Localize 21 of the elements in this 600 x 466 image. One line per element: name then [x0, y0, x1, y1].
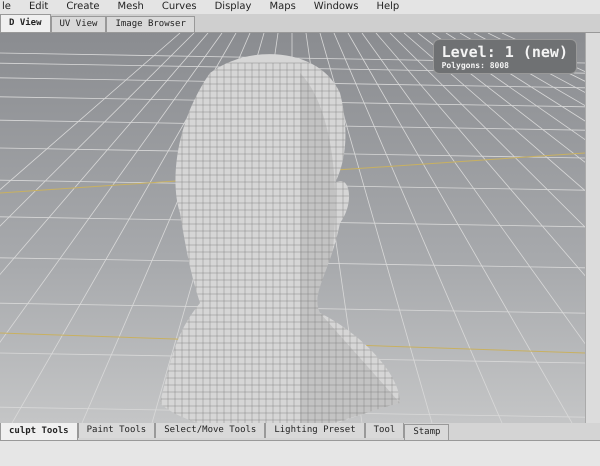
menu-item[interactable]: Curves [162, 0, 197, 14]
tab[interactable]: Lighting Preset [265, 422, 365, 438]
polygon-count: Polygons: 8008 [442, 61, 510, 70]
tab[interactable]: UV View [50, 16, 106, 32]
menu-item[interactable]: Mesh [118, 0, 144, 14]
tab[interactable]: culpt Tools [0, 422, 78, 440]
level-label: Level: 1 (new) [442, 43, 568, 61]
tab[interactable]: Select/Move Tools [155, 422, 266, 438]
tab[interactable]: Stamp [404, 424, 450, 440]
menu-item[interactable]: Maps [269, 0, 296, 14]
viewport[interactable]: Level: 1 (new) Polygons: 8008 [0, 33, 585, 423]
menu-item[interactable]: le [2, 0, 11, 14]
tab[interactable]: Tool [364, 422, 404, 438]
tab[interactable]: D View [0, 14, 51, 32]
menu-item[interactable]: Help [376, 0, 400, 14]
tab[interactable]: Image Browser [106, 16, 195, 32]
menu-item[interactable]: Create [66, 0, 100, 14]
menu-item[interactable]: Windows [314, 0, 358, 14]
menu-item[interactable]: Display [214, 0, 252, 14]
menu-item[interactable]: Edit [28, 0, 48, 14]
tab[interactable]: Paint Tools [78, 422, 156, 438]
